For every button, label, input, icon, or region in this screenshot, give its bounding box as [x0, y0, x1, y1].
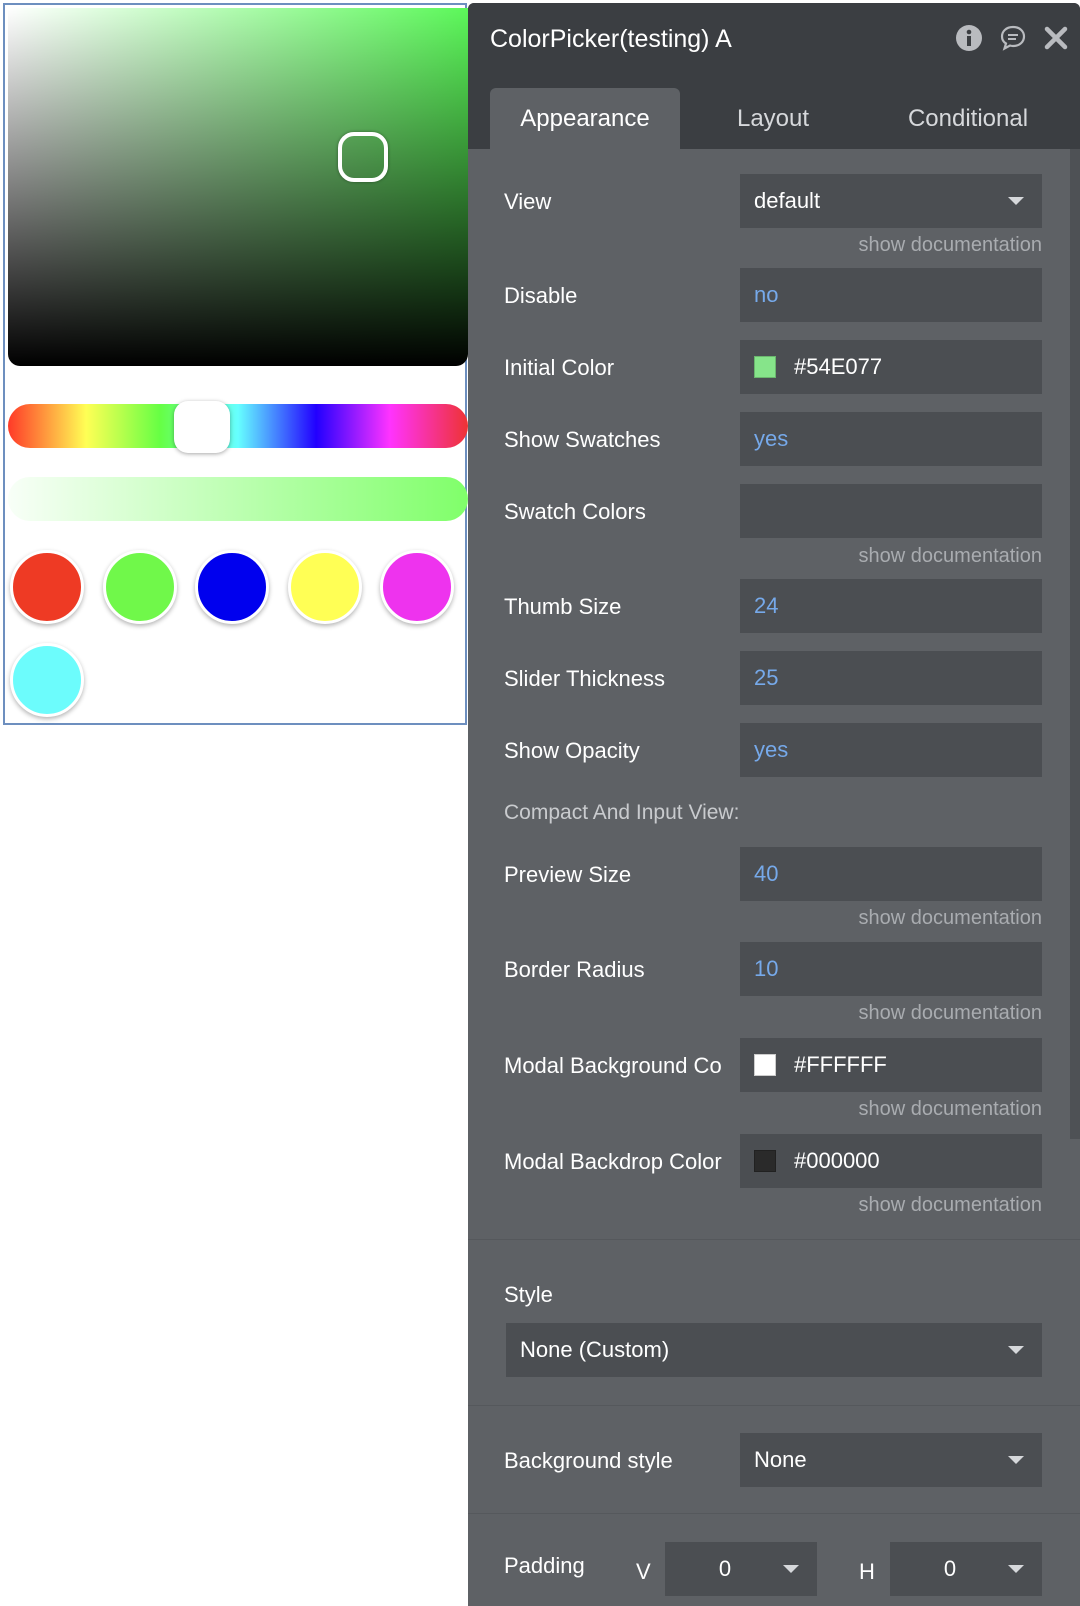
border-radius-label: Border Radius — [504, 957, 645, 982]
border-radius-value: 10 — [754, 956, 779, 981]
tab-bar: Appearance Layout Conditional — [468, 73, 1080, 149]
background-style-dropdown[interactable]: None — [740, 1433, 1042, 1487]
opacity-slider[interactable] — [8, 477, 468, 521]
modal-backdrop-color-swatch[interactable] — [754, 1150, 776, 1172]
slider-thickness-label: Slider Thickness — [504, 666, 665, 691]
section-divider — [468, 1513, 1080, 1514]
compact-input-view-section-label: Compact And Input View: — [504, 801, 740, 824]
background-style-value: None — [754, 1447, 807, 1472]
color-picker-preview — [3, 3, 468, 725]
show-opacity-label: Show Opacity — [504, 738, 640, 763]
thumb-size-value: 24 — [754, 593, 779, 618]
padding-vertical-label: V — [636, 1559, 651, 1584]
thumb-size-field[interactable]: 24 — [740, 579, 1042, 633]
show-opacity-field[interactable]: yes — [740, 723, 1042, 777]
view-label: View — [504, 189, 552, 214]
border-radius-show-documentation-link[interactable]: show documentation — [859, 1002, 1042, 1025]
view-dropdown[interactable]: default — [740, 174, 1042, 228]
tab-layout[interactable]: Layout — [683, 88, 863, 149]
style-value: None (Custom) — [520, 1337, 670, 1362]
swatch-blue[interactable] — [195, 550, 269, 624]
modal-background-color-value: #FFFFFF — [794, 1052, 887, 1077]
swatch-green[interactable] — [102, 550, 177, 624]
style-label: Style — [504, 1282, 553, 1307]
property-editor-panel: ColorPicker(testing) A Appearance Layout — [468, 3, 1080, 1606]
modal-backdrop-color-field[interactable]: #000000 — [740, 1134, 1042, 1188]
preview-size-value: 40 — [754, 861, 779, 886]
modal-backdrop-show-documentation-link[interactable]: show documentation — [859, 1194, 1042, 1217]
background-style-label: Background style — [504, 1448, 673, 1473]
panel-title: ColorPicker(testing) A — [490, 25, 732, 53]
preview-size-field[interactable]: 40 — [740, 847, 1042, 901]
thumb-size-label: Thumb Size — [504, 594, 622, 619]
show-swatches-label: Show Swatches — [504, 427, 661, 452]
disable-field[interactable]: no — [740, 268, 1042, 322]
swatch-red[interactable] — [10, 550, 84, 624]
padding-horizontal-value: 0 — [943, 1556, 957, 1581]
padding-label: Padding — [504, 1553, 585, 1578]
preview-size-show-documentation-link[interactable]: show documentation — [859, 907, 1042, 930]
chevron-down-icon — [783, 1565, 799, 1573]
initial-color-field[interactable]: #54E077 — [740, 340, 1042, 394]
modal-background-show-documentation-link[interactable]: show documentation — [859, 1098, 1042, 1121]
info-icon[interactable] — [954, 23, 984, 53]
modal-backdrop-color-label: Modal Backdrop Color — [504, 1149, 722, 1174]
swatch-colors-label: Swatch Colors — [504, 499, 646, 524]
padding-vertical-value: 0 — [718, 1556, 732, 1581]
disable-label: Disable — [504, 283, 578, 308]
disable-value: no — [754, 282, 779, 307]
hue-slider-thumb[interactable] — [174, 401, 230, 453]
view-value: default — [754, 188, 821, 213]
modal-background-color-label: Modal Background Co — [504, 1053, 722, 1078]
saturation-value-thumb[interactable] — [338, 132, 388, 182]
tab-conditional[interactable]: Conditional — [868, 88, 1068, 149]
comment-icon[interactable] — [998, 23, 1028, 53]
chevron-down-icon — [1008, 1565, 1024, 1573]
slider-thickness-field[interactable]: 25 — [740, 651, 1042, 705]
show-swatches-value: yes — [754, 426, 789, 451]
hue-slider[interactable] — [8, 404, 468, 448]
close-icon[interactable] — [1041, 23, 1071, 53]
saturation-value-area[interactable] — [8, 8, 468, 366]
border-radius-field[interactable]: 10 — [740, 942, 1042, 996]
swatch-yellow[interactable] — [287, 550, 362, 624]
section-divider — [468, 1405, 1080, 1406]
chevron-down-icon — [1008, 1456, 1024, 1464]
section-divider — [468, 1239, 1080, 1240]
show-opacity-value: yes — [754, 737, 789, 762]
padding-vertical-dropdown[interactable]: 0 — [665, 1542, 817, 1596]
initial-color-label: Initial Color — [504, 355, 615, 380]
tab-appearance[interactable]: Appearance — [490, 88, 680, 149]
modal-background-color-swatch[interactable] — [754, 1054, 776, 1076]
initial-color-swatch[interactable] — [754, 356, 776, 378]
style-dropdown[interactable]: None (Custom) — [506, 1323, 1042, 1377]
padding-horizontal-label: H — [859, 1559, 875, 1584]
padding-horizontal-dropdown[interactable]: 0 — [890, 1542, 1042, 1596]
modal-backdrop-color-value: #000000 — [794, 1148, 880, 1173]
swatch-colors-show-documentation-link[interactable]: show documentation — [859, 545, 1042, 568]
initial-color-value: #54E077 — [794, 354, 883, 379]
modal-background-color-field[interactable]: #FFFFFF — [740, 1038, 1042, 1092]
panel-header: ColorPicker(testing) A — [468, 3, 1080, 73]
swatch-cyan[interactable] — [10, 643, 84, 717]
swatch-colors-field[interactable] — [740, 484, 1042, 538]
show-swatches-field[interactable]: yes — [740, 412, 1042, 466]
slider-thickness-value: 25 — [754, 665, 779, 690]
panel-scrollbar[interactable] — [1070, 149, 1080, 1139]
preview-size-label: Preview Size — [504, 862, 632, 887]
chevron-down-icon — [1008, 1346, 1024, 1354]
view-show-documentation-link[interactable]: show documentation — [859, 234, 1042, 257]
swatch-magenta[interactable] — [380, 550, 454, 624]
chevron-down-icon — [1008, 197, 1024, 205]
